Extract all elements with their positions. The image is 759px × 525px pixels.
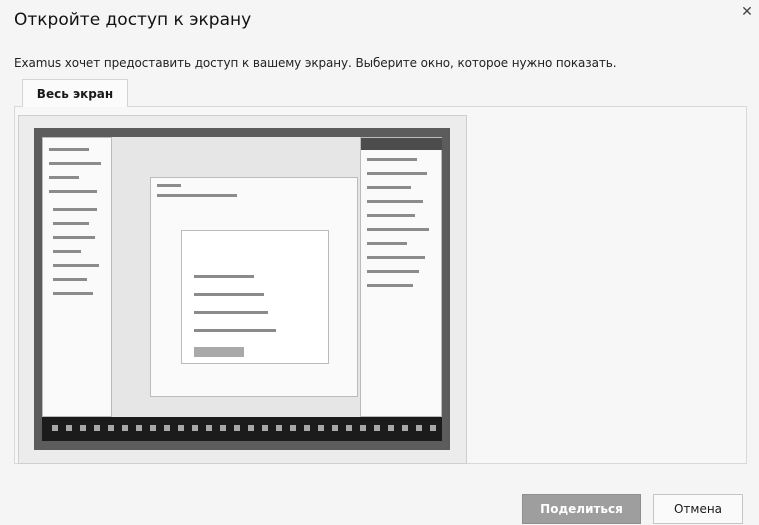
dialog-title: Откройте доступ к экрану <box>14 10 252 30</box>
tab-entire-screen-label: Весь экран <box>36 86 114 101</box>
close-icon[interactable]: ✕ <box>739 4 755 20</box>
preview-center-window <box>150 177 358 397</box>
preview-taskbar <box>42 417 442 441</box>
screen-preview <box>42 137 442 441</box>
preview-left-window <box>42 137 112 417</box>
tab-entire-screen[interactable]: Весь экран <box>22 79 128 107</box>
share-screen-dialog: Откройте доступ к экрану ✕ Examus хочет … <box>0 0 759 525</box>
preview-right-window <box>360 137 442 417</box>
share-button[interactable]: Поделиться <box>522 494 641 524</box>
cancel-button[interactable]: Отмена <box>653 494 743 524</box>
preview-inner-dialog <box>181 230 329 364</box>
dialog-description: Examus хочет предоставить доступ к вашем… <box>14 56 617 70</box>
